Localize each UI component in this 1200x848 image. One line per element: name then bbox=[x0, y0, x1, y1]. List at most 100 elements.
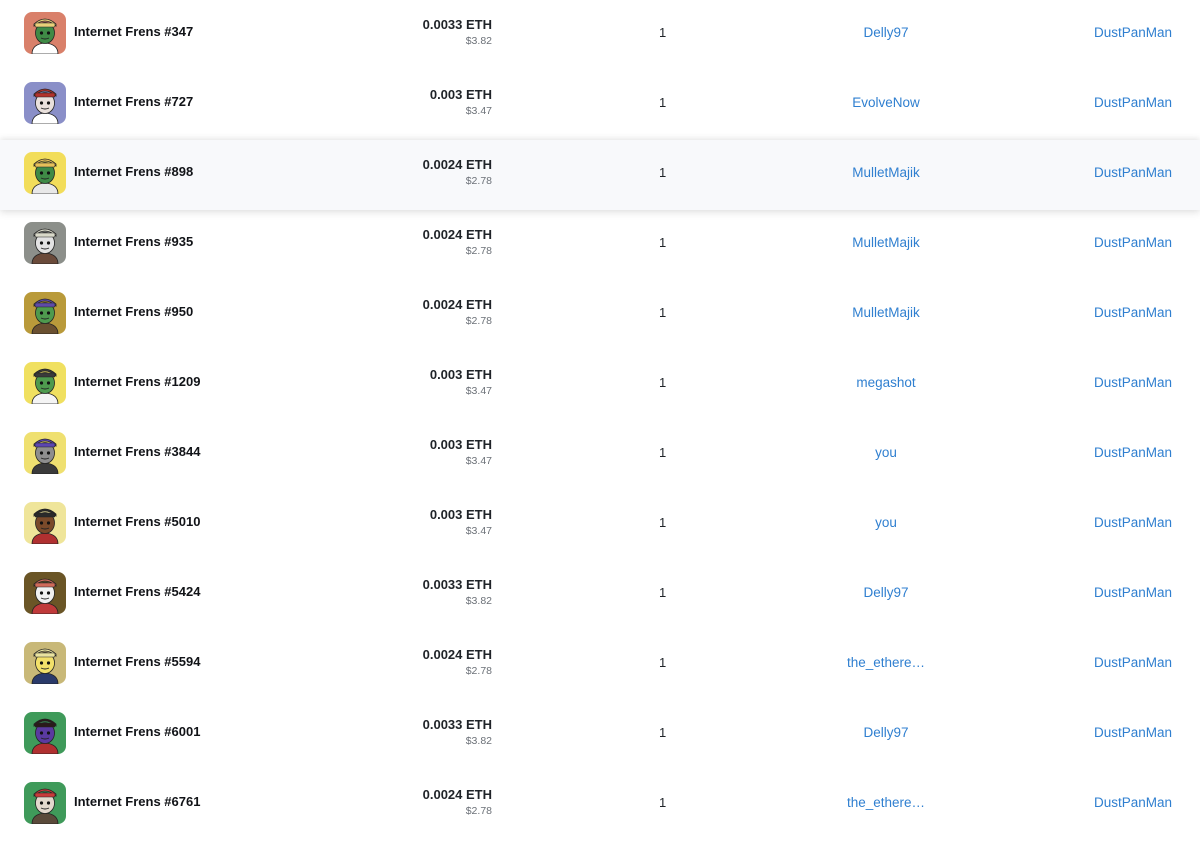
to-user-link[interactable]: DustPanMan bbox=[1094, 235, 1172, 250]
nft-thumbnail[interactable] bbox=[24, 782, 66, 824]
activity-table: Internet Frens #347 0.0033 ETH $3.82 1 D… bbox=[0, 0, 1200, 848]
item-name[interactable]: Internet Frens #3844 bbox=[74, 444, 200, 459]
to-user-link[interactable]: DustPanMan bbox=[1094, 585, 1172, 600]
item-name[interactable]: Internet Frens #5594 bbox=[74, 654, 200, 669]
from-user-link[interactable]: Delly97 bbox=[826, 25, 946, 40]
from-user-link[interactable]: the_ethere… bbox=[826, 795, 946, 810]
to-user-link[interactable]: DustPanMan bbox=[1094, 165, 1172, 180]
table-row[interactable]: Internet Frens #5010 0.003 ETH $3.47 1 y… bbox=[0, 490, 1200, 560]
table-row[interactable]: Internet Frens #347 0.0033 ETH $3.82 1 D… bbox=[0, 0, 1200, 70]
table-row[interactable]: Internet Frens #3844 0.003 ETH $3.47 1 y… bbox=[0, 420, 1200, 490]
item-name[interactable]: Internet Frens #935 bbox=[74, 234, 193, 249]
quantity: 1 bbox=[659, 585, 667, 600]
quantity: 1 bbox=[659, 795, 667, 810]
price: 0.0033 ETH $3.82 bbox=[423, 717, 492, 749]
price: 0.003 ETH $3.47 bbox=[430, 507, 492, 539]
quantity: 1 bbox=[659, 445, 667, 460]
table-row[interactable]: Internet Frens #950 0.0024 ETH $2.78 1 M… bbox=[0, 280, 1200, 350]
nft-thumbnail[interactable] bbox=[24, 292, 66, 334]
table-row[interactable]: Internet Frens #1209 0.003 ETH $3.47 1 m… bbox=[0, 350, 1200, 420]
nft-thumbnail[interactable] bbox=[24, 572, 66, 614]
nft-thumbnail[interactable] bbox=[24, 502, 66, 544]
price: 0.0024 ETH $2.78 bbox=[423, 157, 492, 189]
to-user-link[interactable]: DustPanMan bbox=[1094, 445, 1172, 460]
from-user-link[interactable]: the_ethere… bbox=[826, 655, 946, 670]
table-row[interactable]: Internet Frens #6761 0.0024 ETH $2.78 1 … bbox=[0, 770, 1200, 840]
from-user-link[interactable]: you bbox=[826, 515, 946, 530]
price-eth: 0.0024 ETH bbox=[422, 297, 492, 312]
to-user-link[interactable]: DustPanMan bbox=[1094, 725, 1172, 740]
price-eth: 0.0024 ETH bbox=[422, 787, 492, 802]
quantity: 1 bbox=[659, 725, 667, 740]
table-row[interactable]: Internet Frens #6001 0.0033 ETH $3.82 1 … bbox=[0, 700, 1200, 770]
item-name[interactable]: Internet Frens #950 bbox=[74, 304, 193, 319]
nft-avatar-icon bbox=[24, 712, 66, 754]
quantity: 1 bbox=[659, 375, 667, 390]
price: 0.0024 ETH $2.78 bbox=[423, 787, 492, 819]
table-row[interactable]: Internet Frens #898 0.0024 ETH $2.78 1 M… bbox=[0, 140, 1200, 210]
item-name[interactable]: Internet Frens #6761 bbox=[74, 794, 200, 809]
price-usd: $3.47 bbox=[465, 455, 492, 467]
nft-avatar-icon bbox=[24, 152, 66, 194]
item-name[interactable]: Internet Frens #347 bbox=[74, 24, 193, 39]
nft-thumbnail[interactable] bbox=[24, 152, 66, 194]
nft-thumbnail[interactable] bbox=[24, 12, 66, 54]
from-user-link[interactable]: MulletMajik bbox=[826, 165, 946, 180]
price-usd: $3.82 bbox=[465, 735, 492, 747]
table-row[interactable]: Internet Frens #935 0.0024 ETH $2.78 1 M… bbox=[0, 210, 1200, 280]
to-user-link[interactable]: DustPanMan bbox=[1094, 375, 1172, 390]
item-name[interactable]: Internet Frens #898 bbox=[74, 164, 193, 179]
quantity: 1 bbox=[659, 165, 667, 180]
from-user-link[interactable]: MulletMajik bbox=[826, 235, 946, 250]
price-usd: $3.47 bbox=[465, 385, 492, 397]
quantity: 1 bbox=[659, 235, 667, 250]
nft-avatar-icon bbox=[24, 782, 66, 824]
table-row[interactable]: Internet Frens #727 0.003 ETH $3.47 1 Ev… bbox=[0, 70, 1200, 140]
from-user-link[interactable]: EvolveNow bbox=[826, 95, 946, 110]
price-eth: 0.003 ETH bbox=[429, 87, 492, 102]
price: 0.003 ETH $3.47 bbox=[430, 437, 492, 469]
nft-avatar-icon bbox=[24, 222, 66, 264]
price-eth: 0.003 ETH bbox=[429, 437, 492, 452]
nft-thumbnail[interactable] bbox=[24, 82, 66, 124]
table-row[interactable]: Internet Frens #5594 0.0024 ETH $2.78 1 … bbox=[0, 630, 1200, 700]
price-eth: 0.0033 ETH bbox=[422, 717, 492, 732]
nft-avatar-icon bbox=[24, 12, 66, 54]
price-usd: $3.82 bbox=[465, 35, 492, 47]
item-name[interactable]: Internet Frens #6001 bbox=[74, 724, 200, 739]
price: 0.0024 ETH $2.78 bbox=[423, 227, 492, 259]
item-name[interactable]: Internet Frens #5424 bbox=[74, 584, 200, 599]
price-usd: $3.82 bbox=[465, 595, 492, 607]
to-user-link[interactable]: DustPanMan bbox=[1094, 655, 1172, 670]
quantity: 1 bbox=[659, 305, 667, 320]
from-user-link[interactable]: Delly97 bbox=[826, 725, 946, 740]
to-user-link[interactable]: DustPanMan bbox=[1094, 95, 1172, 110]
quantity: 1 bbox=[659, 515, 667, 530]
item-name[interactable]: Internet Frens #5010 bbox=[74, 514, 200, 529]
nft-thumbnail[interactable] bbox=[24, 432, 66, 474]
to-user-link[interactable]: DustPanMan bbox=[1094, 515, 1172, 530]
price-eth: 0.003 ETH bbox=[429, 507, 492, 522]
nft-thumbnail[interactable] bbox=[24, 712, 66, 754]
price-eth: 0.003 ETH bbox=[429, 367, 492, 382]
nft-avatar-icon bbox=[24, 432, 66, 474]
table-row[interactable]: Internet Frens #5424 0.0033 ETH $3.82 1 … bbox=[0, 560, 1200, 630]
price: 0.003 ETH $3.47 bbox=[430, 367, 492, 399]
nft-thumbnail[interactable] bbox=[24, 222, 66, 264]
from-user-link[interactable]: you bbox=[826, 445, 946, 460]
nft-thumbnail[interactable] bbox=[24, 362, 66, 404]
to-user-link[interactable]: DustPanMan bbox=[1094, 25, 1172, 40]
price: 0.0033 ETH $3.82 bbox=[423, 577, 492, 609]
to-user-link[interactable]: DustPanMan bbox=[1094, 795, 1172, 810]
nft-thumbnail[interactable] bbox=[24, 642, 66, 684]
item-name[interactable]: Internet Frens #1209 bbox=[74, 374, 200, 389]
price: 0.003 ETH $3.47 bbox=[430, 87, 492, 119]
nft-avatar-icon bbox=[24, 642, 66, 684]
from-user-link[interactable]: Delly97 bbox=[826, 585, 946, 600]
price: 0.0033 ETH $3.82 bbox=[423, 17, 492, 49]
from-user-link[interactable]: MulletMajik bbox=[826, 305, 946, 320]
from-user-link[interactable]: megashot bbox=[826, 375, 946, 390]
to-user-link[interactable]: DustPanMan bbox=[1094, 305, 1172, 320]
item-name[interactable]: Internet Frens #727 bbox=[74, 94, 193, 109]
nft-avatar-icon bbox=[24, 362, 66, 404]
